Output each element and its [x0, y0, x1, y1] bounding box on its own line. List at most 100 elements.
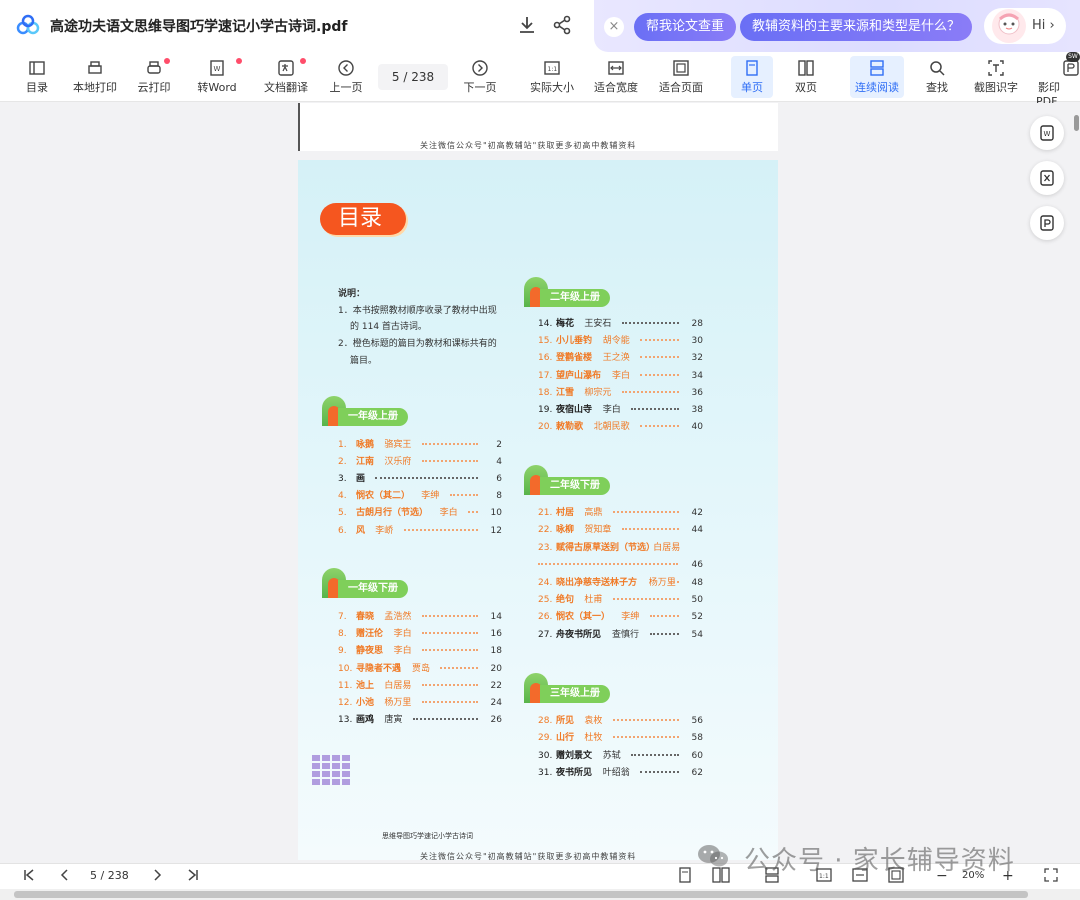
toc-icon: [29, 61, 45, 75]
first-page-icon[interactable]: [22, 868, 36, 882]
side-word-button[interactable]: W: [1030, 116, 1064, 150]
cloud-print-label: 云打印: [137, 81, 171, 94]
toc-entry-leader: [622, 322, 679, 324]
vertical-scrollbar-thumb[interactable]: [1074, 115, 1079, 131]
toc-entry[interactable]: 30. 赠刘景文 苏轼 60: [538, 748, 705, 764]
translate-icon: [278, 60, 294, 76]
book-name-footer: 思维导图巧学速记小学古诗词: [382, 832, 473, 840]
fullscreen-icon[interactable]: [1044, 868, 1058, 882]
sw-badge: SW: [1066, 52, 1080, 62]
ai-bar-close-button[interactable]: ×: [604, 17, 624, 37]
toc-entry-author: 杜甫: [584, 595, 603, 605]
note-line-1a: 1．本书按照教材顺序收录了教材中出现: [338, 306, 497, 316]
toc-entry[interactable]: 10. 寻隐者不遇 贾岛 20: [338, 661, 504, 677]
toc-entry[interactable]: 12. 小池 杨万里 24: [338, 695, 504, 711]
note-title: 说明：: [338, 289, 366, 299]
actual-size-button[interactable]: 1:1 实际大小: [528, 56, 576, 98]
toc-entry[interactable]: 27. 舟夜书所见 查慎行 54: [538, 627, 705, 643]
double-page-button[interactable]: 双页: [788, 56, 824, 98]
toc-entry[interactable]: 28. 所见 袁枚 56: [538, 713, 705, 729]
continuous-reading-button[interactable]: 连续阅读: [850, 56, 904, 98]
last-page-icon[interactable]: [186, 868, 200, 882]
next-page-icon[interactable]: [150, 868, 164, 882]
single-page-label: 单页: [741, 81, 763, 94]
print-pdf-button[interactable]: 影印PDF: [1036, 56, 1080, 108]
toc-entry-author: 汉乐府: [384, 457, 412, 467]
prev-page-icon[interactable]: [58, 868, 72, 882]
fit-page-button[interactable]: 适合页面: [656, 56, 706, 98]
side-excel-button[interactable]: [1030, 161, 1064, 195]
toc-entry[interactable]: 22. 咏柳 贺知章 44: [538, 522, 705, 538]
toc-entry[interactable]: 16. 登鹳雀楼 王之涣 32: [538, 350, 705, 366]
toc-entry-number: 18.: [538, 388, 553, 398]
toc-entry[interactable]: 5. 古朗月行（节选） 李白 10: [338, 505, 504, 521]
toc-entry-page: 56: [691, 716, 703, 726]
toc-entry[interactable]: 14. 梅花 王安石 28: [538, 316, 705, 332]
toc-entry[interactable]: 26. 悯农（其一） 李绅 52: [538, 609, 705, 625]
toc-entry[interactable]: 15. 小儿垂钓 胡令能 30: [538, 333, 705, 349]
svg-text:1:1: 1:1: [548, 66, 558, 73]
toc-entry-page: 12: [490, 526, 502, 536]
toc-entry-leader: [403, 529, 478, 531]
toc-entry[interactable]: 2. 江南 汉乐府 4: [338, 454, 504, 470]
toc-entry[interactable]: 19. 夜宿山寺 李白 38: [538, 402, 705, 418]
toc-entry-author: 杨万里: [648, 578, 676, 588]
horizontal-scrollbar-thumb[interactable]: [14, 891, 1028, 898]
toc-entry[interactable]: 1. 咏鹅 骆宾王 2: [338, 437, 504, 453]
toc-entry[interactable]: 18. 江雪 柳宗元 36: [538, 385, 705, 401]
next-page-button[interactable]: 下一页: [462, 56, 498, 98]
ai-prompt-plagiarism-button[interactable]: 帮我论文查重: [634, 13, 737, 41]
local-print-button[interactable]: 本地打印: [70, 56, 120, 98]
toc-entry[interactable]: 4. 悯农（其二） 李绅 8: [338, 488, 504, 504]
toc-entry-leader: [669, 581, 679, 583]
toc-entry[interactable]: 9. 静夜思 李白 18: [338, 643, 504, 659]
ai-avatar: [992, 9, 1026, 43]
page-number-input[interactable]: 5 / 238: [378, 64, 448, 90]
svg-text:W: W: [1044, 130, 1051, 138]
horizontal-scrollbar[interactable]: [0, 889, 1080, 900]
single-page-button[interactable]: 单页: [731, 56, 773, 98]
prev-page-button[interactable]: 上一页: [328, 56, 364, 98]
toc-entry[interactable]: 21. 村居 高鼎 42: [538, 505, 705, 521]
toc-entry[interactable]: 23. 赋得古原草送别（节选） 白居易 46: [538, 540, 705, 570]
single-page-view-icon[interactable]: [678, 867, 692, 883]
status-page-indicator[interactable]: 5 / 238: [90, 868, 129, 884]
toc-entry[interactable]: 25. 绝句 杜甫 50: [538, 592, 705, 608]
toc-entry[interactable]: 13. 画鸡 唐寅 26: [338, 712, 504, 728]
page-footer-top: 关注微信公众号"初高教辅站"获取更多初高中教辅资料: [420, 141, 637, 150]
toc-entry-title: 绝句: [556, 595, 575, 605]
fit-width-button[interactable]: 适合宽度: [592, 56, 640, 98]
toc-entry-number: 29.: [538, 733, 553, 743]
to-word-badge: [236, 58, 242, 64]
toc-entry-number: 7.: [338, 612, 347, 622]
toc-entry-leader: [422, 649, 478, 651]
toc-button[interactable]: 目录: [20, 56, 54, 98]
download-icon[interactable]: [516, 14, 538, 36]
toc-entry-number: 27.: [538, 630, 553, 640]
toc-entry-number: 1.: [338, 440, 347, 450]
ocr-button[interactable]: 截图识字: [972, 56, 1020, 98]
toc-entry[interactable]: 17. 望庐山瀑布 李白 34: [538, 368, 705, 384]
toc-entry[interactable]: 24. 晓出净慈寺送林子方 杨万里 48: [538, 575, 705, 591]
toc-entry[interactable]: 6. 风李峤 12: [338, 523, 504, 539]
ai-prompt-question-button[interactable]: 教辅资料的主要来源和类型是什么？: [740, 13, 973, 41]
toc-entry-leader: [649, 633, 679, 635]
toc-entry[interactable]: 20. 敕勒歌 北朝民歌 40: [538, 419, 705, 435]
toc-entry-number: 24.: [538, 578, 553, 588]
toc-entry[interactable]: 31. 夜书所见 叶绍翁 62: [538, 765, 705, 781]
toc-entry-page: 16: [490, 629, 502, 639]
find-button[interactable]: 查找: [920, 56, 954, 98]
toc-entry[interactable]: 8. 赠汪伦 李白 16: [338, 626, 504, 642]
toc-entry[interactable]: 3. 画 6: [338, 471, 504, 487]
toc-entry-title: 夜宿山寺: [556, 405, 593, 415]
toc-entry[interactable]: 11. 池上 白居易 22: [338, 678, 504, 694]
printer-icon: [88, 61, 102, 74]
side-ppt-button[interactable]: [1030, 206, 1064, 240]
toc-entry-leader: [612, 598, 679, 600]
toc-entry[interactable]: 29. 山行 杜牧 58: [538, 730, 705, 746]
share-icon[interactable]: [551, 14, 573, 36]
toc-entry-title: 悯农（其一）: [556, 612, 611, 622]
toc-entry-author: 唐寅: [384, 715, 403, 725]
single-page-icon: [746, 60, 758, 76]
toc-entry[interactable]: 7. 春晓 孟浩然 14: [338, 609, 504, 625]
